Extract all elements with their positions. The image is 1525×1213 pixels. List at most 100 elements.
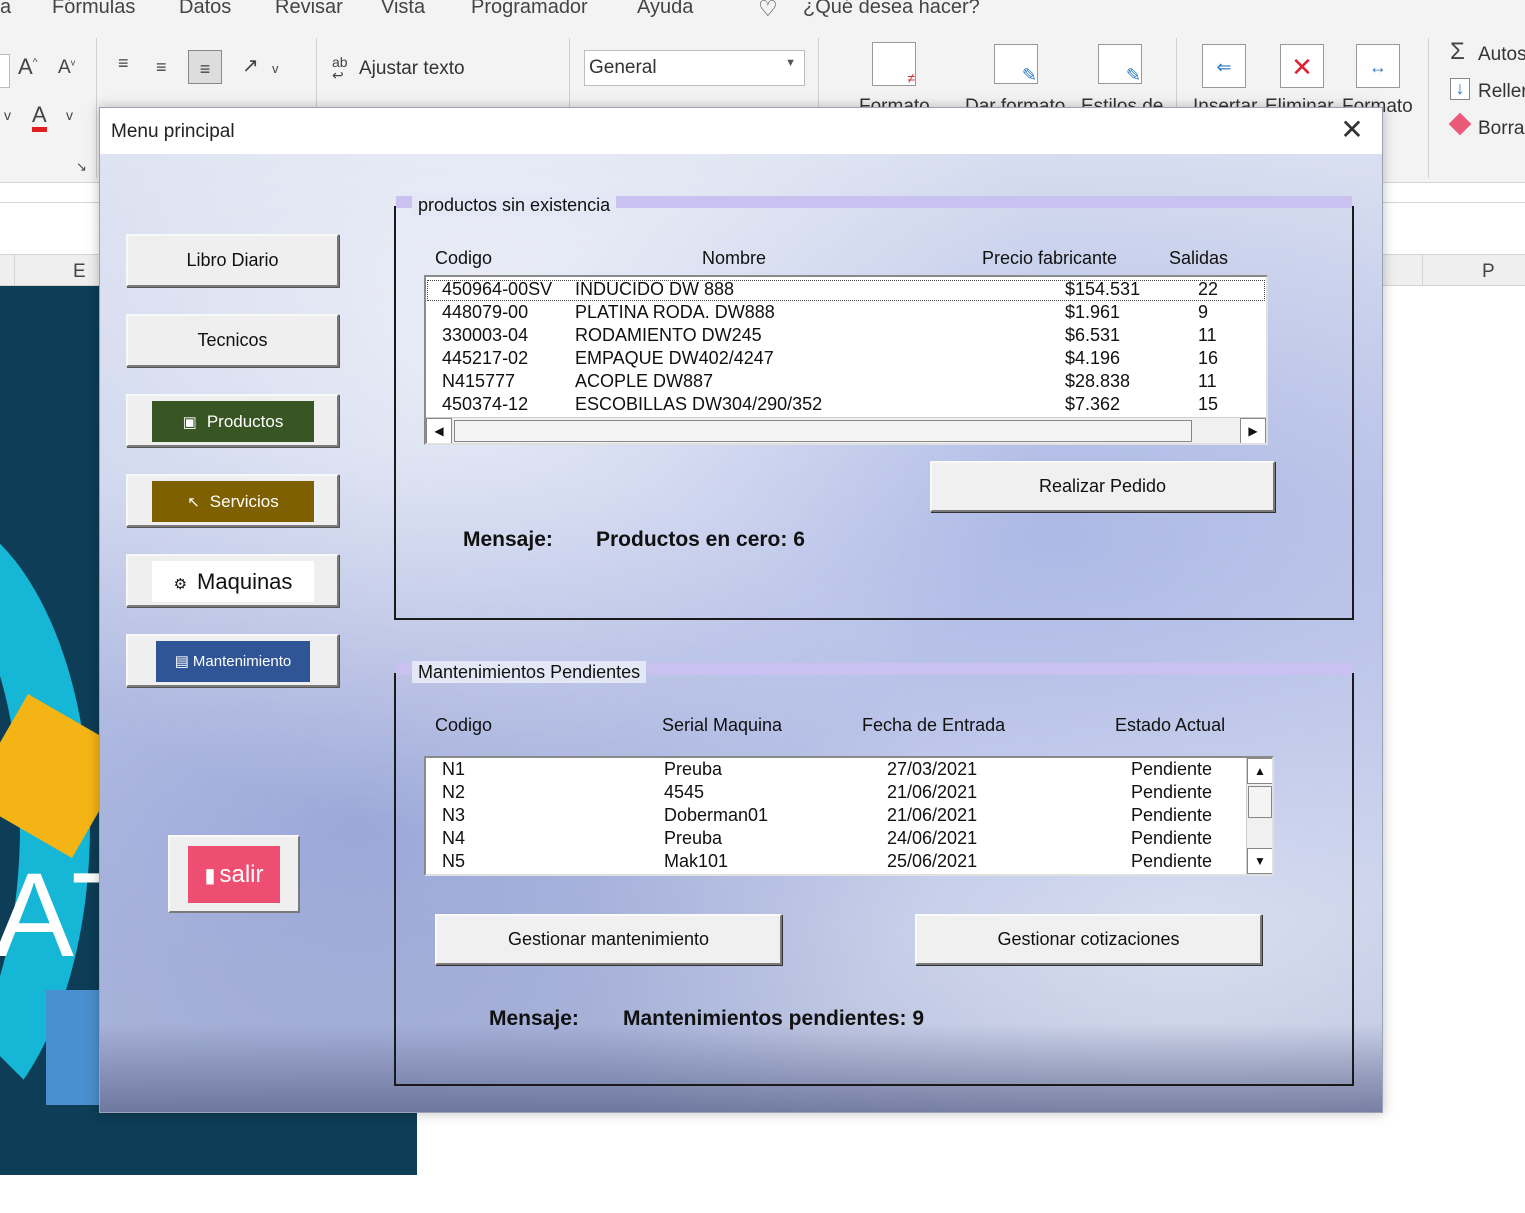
wrap-text-icon: ab ↩ [332, 54, 348, 83]
column-divider [14, 254, 15, 286]
list-item[interactable]: 445217-02 EMPAQUE DW402/4247 $4.196 16 [426, 348, 1266, 371]
cell-codigo: N415777 [442, 371, 516, 391]
cell-nombre: ACOPLE DW887 [575, 371, 714, 391]
font-shrink-icon[interactable]: Av [58, 58, 75, 77]
list-item[interactable]: 448079-00 PLATINA RODA. DW888 $1.961 9 [426, 302, 1266, 325]
close-icon[interactable]: ✕ [1336, 116, 1368, 148]
scroll-down-icon[interactable]: ▼ [1247, 848, 1272, 874]
cell-styles-icon[interactable]: ✎ [1098, 44, 1142, 85]
menu-principal-dialog: Menu principal ✕ Libro Diario Tecnicos ▣… [99, 107, 1383, 1113]
cell-salidas: 11 [1198, 371, 1217, 391]
conditional-format-icon[interactable]: ≠ [872, 42, 916, 86]
cell-nombre: ESCOBILLAS DW304/290/352 [575, 394, 823, 414]
group-divider [96, 38, 97, 178]
maquinas-image: ⚙ Maquinas [152, 561, 314, 602]
font-color-icon[interactable]: A [32, 104, 47, 132]
mantenimiento-button[interactable]: ▤ Mantenimiento [126, 634, 339, 687]
list-item[interactable]: N5 Mak101 25/06/2021 Pendiente [426, 851, 1272, 874]
cell-codigo: 450964-00SV [442, 279, 553, 299]
libro-diario-button[interactable]: Libro Diario [126, 234, 339, 287]
salir-image: ▮ salir [188, 846, 280, 903]
salir-button[interactable]: ▮ salir [168, 835, 300, 913]
list-item[interactable]: N4 Preuba 24/06/2021 Pendiente [426, 828, 1272, 851]
mantenimiento-frame-caption: Mantenimientos Pendientes [412, 661, 647, 683]
align-middle-icon[interactable]: ≡ [156, 58, 167, 76]
font-grow-icon[interactable]: A^ [18, 56, 37, 78]
format-cells-icon[interactable]: ↔ [1356, 44, 1400, 88]
align-top-icon[interactable]: ≡ [118, 54, 129, 72]
fill-icon[interactable]: ↓ [1450, 78, 1470, 100]
cell-fecha: 24/06/2021 [887, 828, 978, 848]
gestionar-cotizaciones-button[interactable]: Gestionar cotizaciones [915, 914, 1262, 965]
tecnicos-button[interactable]: Tecnicos [126, 314, 339, 367]
list-item[interactable]: 330003-04 RODAMIENTO DW245 $6.531 11 [426, 325, 1266, 348]
fill-button[interactable]: Reller [1478, 81, 1525, 103]
ribbon-tab-datos[interactable]: Datos [179, 0, 231, 19]
cell-precio: $7.362 [1065, 394, 1121, 414]
cell-nombre: INDUCIDO DW 888 [575, 279, 735, 299]
list-item[interactable]: 450374-12 ESCOBILLAS DW304/290/352 $7.36… [426, 394, 1266, 417]
ribbon-tab-formulas[interactable]: Fórmulas [52, 0, 135, 19]
tell-me-search[interactable]: ¿Qué desea hacer? [803, 0, 980, 19]
productos-button[interactable]: ▣ Productos [126, 394, 339, 447]
insert-cells-icon[interactable]: ⇐ [1202, 44, 1246, 88]
gestionar-mantenimiento-button[interactable]: Gestionar mantenimiento [435, 914, 782, 965]
wrench-icon: ↖ [187, 494, 200, 511]
list-item[interactable]: N2 4545 21/06/2021 Pendiente [426, 782, 1272, 805]
productos-frame-caption: productos sin existencia [412, 194, 617, 216]
scroll-thumb[interactable] [1248, 786, 1272, 818]
number-format-select[interactable]: General ▼ [584, 50, 805, 86]
vertical-scrollbar[interactable]: ▲ ▼ [1246, 758, 1272, 874]
chevron-down-icon[interactable]: v [4, 108, 11, 122]
ribbon-tab-truncated[interactable]: a [0, 0, 11, 19]
list-item[interactable]: N3 Doberman01 21/06/2021 Pendiente [426, 805, 1272, 828]
orientation-icon[interactable]: ↗ [242, 56, 259, 76]
dialog-titlebar[interactable]: Menu principal ✕ [100, 108, 1382, 154]
format-as-table-icon[interactable]: ✎ [994, 44, 1038, 85]
ribbon-tab-revisar[interactable]: Revisar [275, 0, 343, 19]
cell-codigo: N3 [442, 805, 466, 825]
wrap-text-button[interactable]: Ajustar texto [359, 58, 465, 80]
productos-listbox[interactable]: 450964-00SV INDUCIDO DW 888 $154.531 22 … [424, 275, 1268, 445]
realizar-pedido-button[interactable]: Realizar Pedido [930, 461, 1275, 512]
cell-codigo: N5 [442, 851, 466, 871]
column-header-p[interactable]: P [1482, 261, 1495, 283]
dialog-launcher-icon[interactable]: ↘ [76, 160, 87, 173]
list-item[interactable]: N1 Preuba 27/03/2021 Pendiente [426, 759, 1272, 782]
maquinas-button[interactable]: ⚙ Maquinas [126, 554, 339, 607]
cell-serial: 4545 [664, 782, 705, 802]
eraser-icon[interactable] [1448, 112, 1472, 136]
mantenimientos-listbox[interactable]: N1 Preuba 27/03/2021 Pendiente N2 4545 2… [424, 756, 1274, 876]
chevron-down-icon[interactable]: v [66, 108, 73, 122]
autosum-icon[interactable]: Σ [1450, 40, 1465, 64]
mantenimiento-label: Mantenimiento [192, 653, 292, 670]
mantenimiento-image: ▤ Mantenimiento [156, 641, 310, 682]
scroll-left-icon[interactable]: ◀ [426, 418, 452, 443]
scroll-up-icon[interactable]: ▲ [1247, 758, 1272, 784]
servicios-image: ↖ Servicios [152, 481, 314, 522]
scroll-right-icon[interactable]: ▶ [1240, 418, 1266, 443]
column-header-e[interactable]: E [73, 261, 86, 283]
list-item[interactable]: 450964-00SV INDUCIDO DW 888 $154.531 22 [426, 279, 1266, 302]
delete-cells-icon[interactable]: ✕ [1280, 44, 1324, 88]
font-size-box[interactable] [0, 54, 10, 88]
horizontal-scrollbar[interactable]: ◀ ▶ [426, 417, 1266, 443]
ribbon-tab-programador[interactable]: Programador [471, 0, 588, 19]
tecnicos-label: Tecnicos [197, 330, 268, 350]
cell-salidas: 22 [1198, 279, 1219, 299]
cell-nombre: PLATINA RODA. DW888 [575, 302, 775, 322]
banner-block [46, 990, 101, 1105]
chevron-down-icon[interactable]: v [272, 62, 279, 75]
clear-button[interactable]: Borra [1478, 118, 1524, 140]
ribbon-tab-ayuda[interactable]: Ayuda [637, 0, 693, 19]
scroll-thumb[interactable] [454, 420, 1192, 442]
ribbon-tab-vista[interactable]: Vista [381, 0, 425, 19]
mantenimientos-pendientes-frame: Mantenimientos Pendientes Codigo Serial … [394, 661, 1354, 1086]
cell-precio: $28.838 [1065, 371, 1131, 391]
align-bottom-icon[interactable]: ≡ [188, 50, 222, 84]
autosum-button[interactable]: Autos [1478, 44, 1525, 66]
list-item[interactable]: N415777 ACOPLE DW887 $28.838 11 [426, 371, 1266, 394]
cell-estado: Pendiente [1131, 851, 1213, 871]
servicios-button[interactable]: ↖ Servicios [126, 474, 339, 527]
productos-image: ▣ Productos [152, 401, 314, 442]
